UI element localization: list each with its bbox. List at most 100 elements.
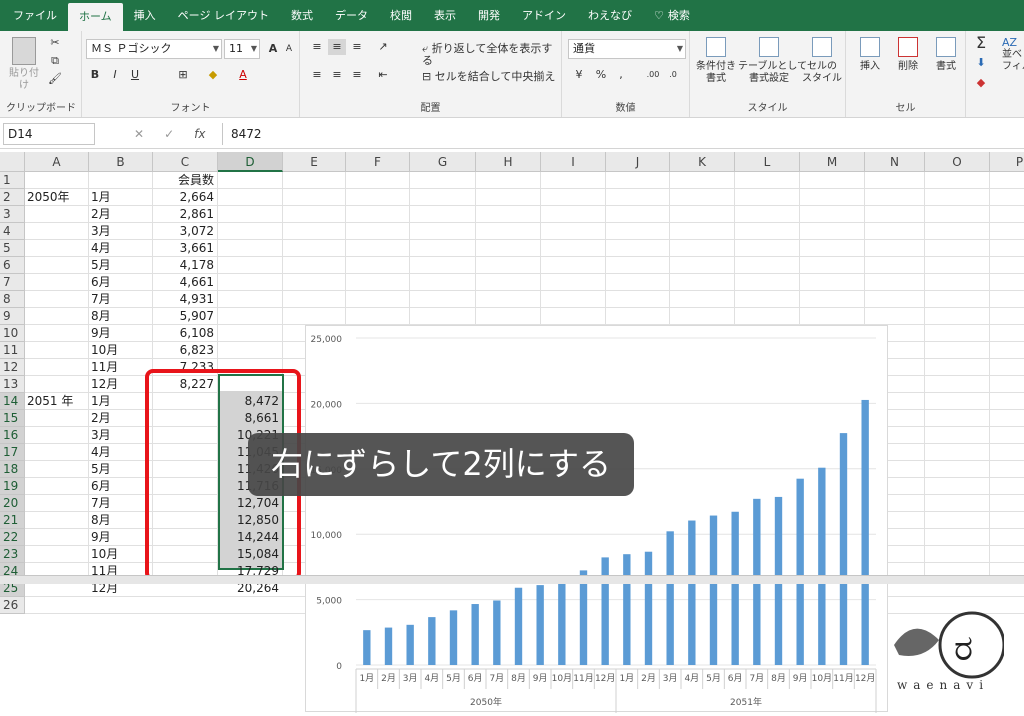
row-header-2[interactable]: 2 [0, 189, 25, 206]
row-header-9[interactable]: 9 [0, 308, 25, 325]
column-header-c[interactable]: C [153, 152, 218, 172]
bold-button[interactable]: B [86, 67, 104, 83]
select-all-corner[interactable] [0, 152, 25, 172]
italic-button[interactable]: I [106, 67, 124, 83]
cell-a2[interactable]: 2050年 [27, 189, 89, 206]
row-header-6[interactable]: 6 [0, 257, 25, 274]
sheet-tabs-bar[interactable] [0, 575, 1024, 584]
tab-home[interactable]: ホーム [68, 3, 123, 31]
autosum-button[interactable]: Σ [972, 35, 990, 51]
clear-icon[interactable]: ◆ [972, 75, 990, 91]
cell-c10[interactable]: 6,108 [155, 325, 218, 342]
row-header-3[interactable]: 3 [0, 206, 25, 223]
cell-c3[interactable]: 2,861 [155, 206, 218, 223]
format-cells-button[interactable]: 書式 [928, 37, 964, 73]
fill-icon[interactable]: ⬇ [972, 55, 990, 71]
cell-b6[interactable]: 5月 [91, 257, 153, 274]
column-header-j[interactable]: J [606, 152, 670, 172]
row-header-26[interactable]: 26 [0, 597, 25, 614]
column-header-f[interactable]: F [346, 152, 410, 172]
column-header-i[interactable]: I [541, 152, 606, 172]
orientation-icon[interactable]: ↗ [374, 39, 392, 55]
insert-cells-button[interactable]: 挿入 [852, 37, 888, 73]
decrease-decimal-icon[interactable]: .0 [664, 67, 682, 83]
merge-center-button[interactable]: ⊟ セルを結合して中央揃え [422, 71, 555, 83]
column-header-k[interactable]: K [670, 152, 735, 172]
cell-b13[interactable]: 12月 [91, 376, 153, 393]
row-header-22[interactable]: 22 [0, 529, 25, 546]
paste-button[interactable]: 貼り付け [6, 37, 42, 92]
tab-formulas[interactable]: 数式 [280, 0, 324, 31]
column-header-b[interactable]: B [89, 152, 153, 172]
delete-cells-button[interactable]: 削除 [890, 37, 926, 73]
tab-developer[interactable]: 開発 [467, 0, 511, 31]
row-header-12[interactable]: 12 [0, 359, 25, 376]
tab-review[interactable]: 校閲 [379, 0, 423, 31]
cell-c5[interactable]: 3,661 [155, 240, 218, 257]
cell-c6[interactable]: 4,178 [155, 257, 218, 274]
cell-c7[interactable]: 4,661 [155, 274, 218, 291]
font-size-combo[interactable]: 11 ▼ [224, 39, 260, 59]
column-header-h[interactable]: H [476, 152, 541, 172]
row-header-16[interactable]: 16 [0, 427, 25, 444]
cell-b7[interactable]: 6月 [91, 274, 153, 291]
format-as-table-button[interactable]: テーブルとして 書式設定 [738, 37, 807, 85]
cell-b10[interactable]: 9月 [91, 325, 153, 342]
row-header-8[interactable]: 8 [0, 291, 25, 308]
cell-b16[interactable]: 3月 [91, 427, 153, 444]
currency-icon[interactable]: ¥ [570, 67, 588, 83]
font-color-button[interactable]: A [234, 67, 252, 83]
column-header-m[interactable]: M [800, 152, 865, 172]
cell-styles-button[interactable]: セルの スタイル [800, 37, 844, 85]
row-header-5[interactable]: 5 [0, 240, 25, 257]
cell-c8[interactable]: 4,931 [155, 291, 218, 308]
tab-insert[interactable]: 挿入 [123, 0, 167, 31]
tab-file[interactable]: ファイル [2, 0, 68, 31]
copy-icon[interactable]: ⧉ [46, 53, 64, 69]
formula-input[interactable]: 8472 [222, 123, 1022, 145]
row-header-15[interactable]: 15 [0, 410, 25, 427]
enter-icon[interactable]: ✓ [164, 123, 174, 145]
align-right-icon[interactable]: ≡ [348, 67, 366, 83]
insert-function-button[interactable]: fx [194, 123, 205, 145]
cell-c2[interactable]: 2,664 [155, 189, 218, 206]
name-box[interactable]: D14 [3, 123, 95, 145]
row-header-23[interactable]: 23 [0, 546, 25, 563]
column-header-d[interactable]: D [218, 152, 283, 172]
tab-waenavi[interactable]: わえなび [577, 0, 643, 31]
percent-button[interactable]: % [592, 67, 610, 83]
border-icon[interactable]: ⊞ [174, 67, 192, 83]
indent-icon[interactable]: ⇤ [374, 67, 392, 83]
tab-view[interactable]: 表示 [423, 0, 467, 31]
align-center-icon[interactable]: ≡ [328, 67, 346, 83]
row-header-4[interactable]: 4 [0, 223, 25, 240]
column-header-l[interactable]: L [735, 152, 800, 172]
row-header-1[interactable]: 1 [0, 172, 25, 189]
cell-b17[interactable]: 4月 [91, 444, 153, 461]
cell-c4[interactable]: 3,072 [155, 223, 218, 240]
cell-b3[interactable]: 2月 [91, 206, 153, 223]
tab-search[interactable]: ♡ 検索 [643, 0, 701, 31]
column-header-o[interactable]: O [925, 152, 990, 172]
column-header-p[interactable]: P [990, 152, 1024, 172]
tab-data[interactable]: データ [324, 0, 379, 31]
row-header-21[interactable]: 21 [0, 512, 25, 529]
wrap-text-button[interactable]: ⤶ 折り返して全体を表示する [422, 43, 561, 67]
increase-decimal-icon[interactable]: .00 [644, 67, 662, 83]
font-name-combo[interactable]: ＭＳ Ｐゴシック ▼ [86, 39, 222, 59]
number-format-combo[interactable]: 通貨 ▼ [568, 39, 686, 59]
column-header-n[interactable]: N [865, 152, 925, 172]
underline-button[interactable]: U [126, 67, 144, 83]
cell-b12[interactable]: 11月 [91, 359, 153, 376]
cell-c1[interactable]: 会員数 [155, 172, 218, 189]
cell-b8[interactable]: 7月 [91, 291, 153, 308]
cell-a14[interactable]: 2051 年 [27, 393, 89, 410]
shrink-font-button[interactable]: A [280, 41, 298, 57]
comma-button[interactable]: , [612, 67, 630, 83]
format-painter-icon[interactable]: 🖌 [46, 71, 64, 87]
cut-icon[interactable]: ✂ [46, 35, 64, 51]
row-header-20[interactable]: 20 [0, 495, 25, 512]
cell-c11[interactable]: 6,823 [155, 342, 218, 359]
cell-b15[interactable]: 2月 [91, 410, 153, 427]
worksheet[interactable]: ABCDEFGHIJKLMNOP 1 2 3 4 5 6 7 8 9 10 11 12 13 14 15 16… [0, 150, 1024, 715]
